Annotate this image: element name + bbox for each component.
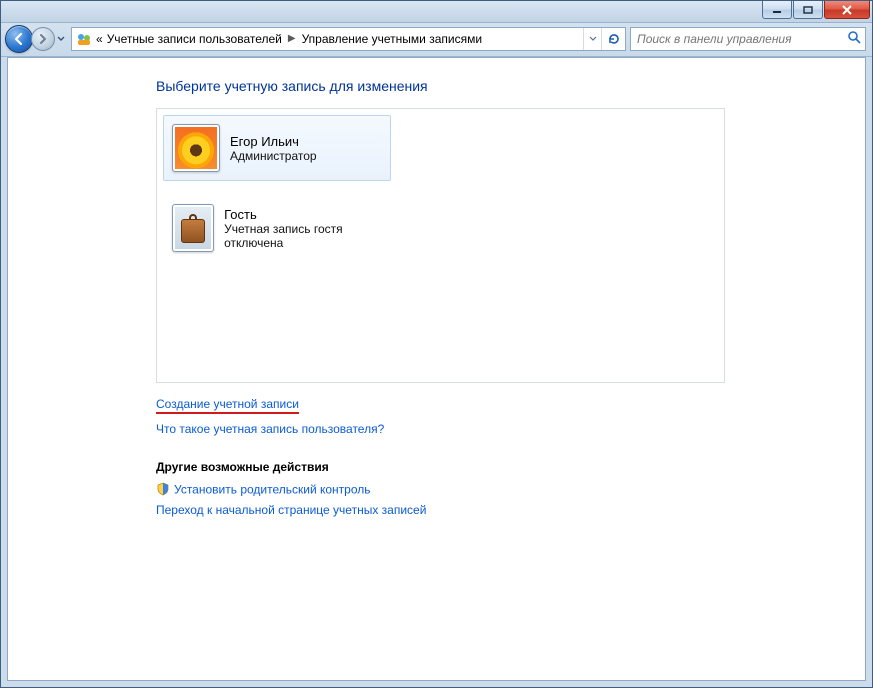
- control-panel-window: « Учетные записи пользователей ▶ Управле…: [0, 0, 873, 688]
- search-bar[interactable]: [630, 27, 866, 51]
- account-text: Егор Ильич Администратор: [230, 134, 317, 163]
- account-text: Гость Учетная запись гостя отключена: [224, 207, 382, 250]
- breadcrumb-prefix: «: [96, 32, 103, 46]
- titlebar: [1, 1, 872, 23]
- account-name: Егор Ильич: [230, 134, 317, 149]
- client-area: Выберите учетную запись для изменения Ег…: [7, 57, 866, 681]
- create-account-link[interactable]: Создание учетной записи: [156, 397, 299, 414]
- account-subtitle: Администратор: [230, 149, 317, 163]
- go-accounts-home-link[interactable]: Переход к начальной странице учетных зап…: [156, 503, 865, 517]
- chevron-down-icon: [589, 36, 597, 42]
- content: Выберите учетную запись для изменения Ег…: [8, 58, 865, 517]
- close-button[interactable]: [824, 1, 870, 19]
- search-icon[interactable]: [847, 30, 861, 47]
- nav-buttons: [5, 25, 67, 53]
- nav-history-dropdown[interactable]: [55, 27, 67, 51]
- account-item[interactable]: Егор Ильич Администратор: [163, 115, 391, 181]
- shield-icon: [156, 482, 170, 499]
- breadcrumb-separator: ▶: [286, 33, 298, 44]
- breadcrumb-part-2[interactable]: Управление учетными записями: [302, 32, 482, 46]
- refresh-button[interactable]: [601, 28, 625, 50]
- user-accounts-icon: [76, 31, 92, 47]
- forward-button[interactable]: [31, 27, 55, 51]
- address-dropdown[interactable]: [583, 28, 601, 50]
- arrow-left-icon: [12, 32, 26, 46]
- parental-control-label: Установить родительский контроль: [174, 483, 371, 497]
- navigation-bar: « Учетные записи пользователей ▶ Управле…: [1, 23, 872, 57]
- maximize-button[interactable]: [793, 1, 823, 19]
- search-input[interactable]: [635, 31, 843, 47]
- account-item[interactable]: Гость Учетная запись гостя отключена: [163, 195, 391, 261]
- breadcrumb-part-1[interactable]: Учетные записи пользователей: [107, 32, 282, 46]
- minimize-button[interactable]: [762, 1, 792, 19]
- arrow-right-icon: [37, 33, 49, 45]
- parental-control-link[interactable]: Установить родительский контроль: [156, 482, 865, 499]
- avatar: [172, 124, 220, 172]
- back-button[interactable]: [5, 25, 33, 53]
- account-subtitle: Учетная запись гостя отключена: [224, 222, 382, 250]
- address-bar[interactable]: « Учетные записи пользователей ▶ Управле…: [71, 27, 626, 51]
- page-title: Выберите учетную запись для изменения: [156, 78, 865, 94]
- avatar: [172, 204, 214, 252]
- account-name: Гость: [224, 207, 382, 222]
- primary-links: Создание учетной записи Что такое учетна…: [156, 391, 865, 436]
- accounts-list: Егор Ильич Администратор Гость Учетная з…: [156, 108, 725, 383]
- what-is-account-link[interactable]: Что такое учетная запись пользователя?: [156, 422, 865, 436]
- refresh-icon: [607, 32, 621, 46]
- other-actions-header: Другие возможные действия: [156, 460, 865, 474]
- chevron-down-icon: [57, 36, 65, 42]
